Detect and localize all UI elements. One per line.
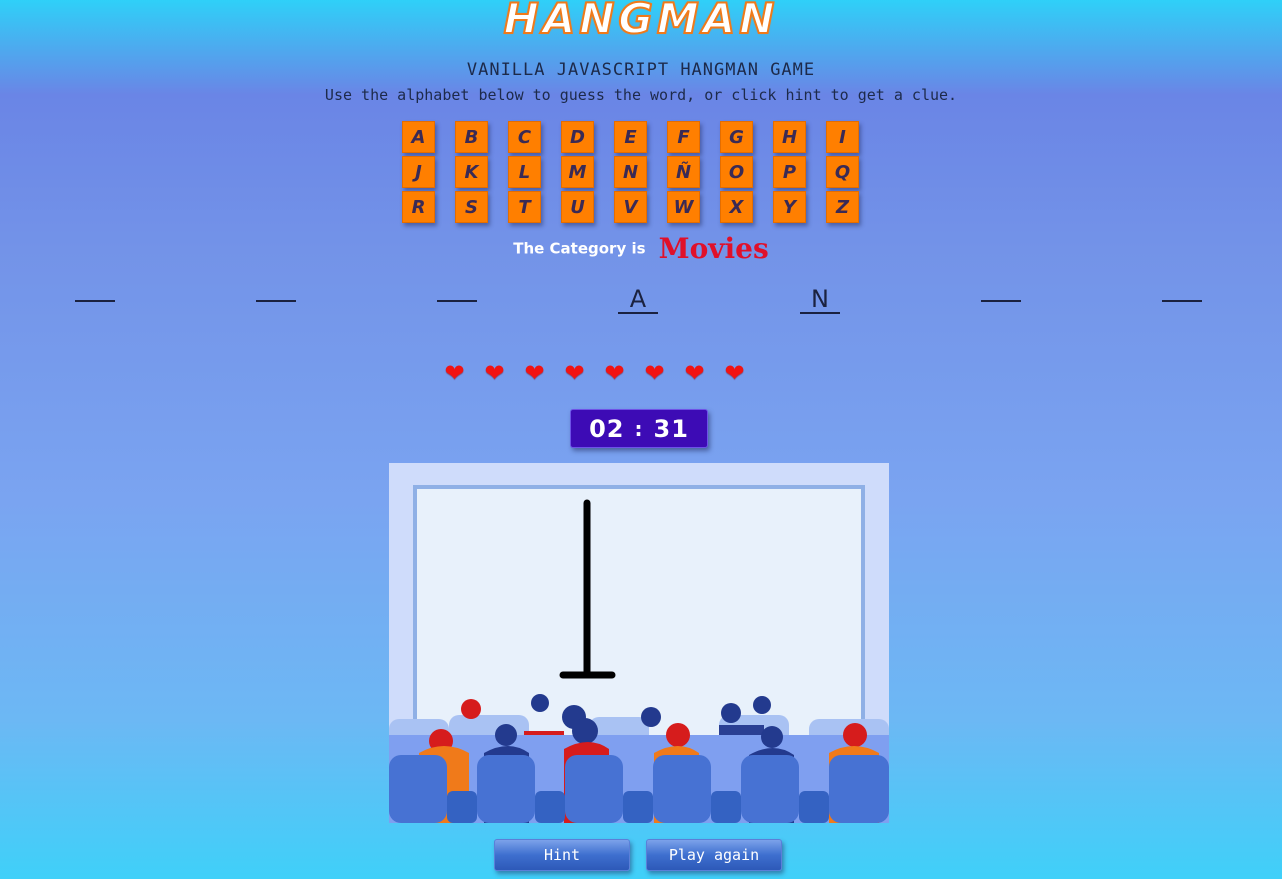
word-slot-letter (1162, 274, 1202, 300)
heart-icon: ❤ (684, 359, 705, 387)
word-slot-underline (75, 300, 115, 302)
letter-key[interactable]: J (402, 156, 435, 188)
heart-icon: ❤ (484, 359, 505, 387)
letter-key[interactable]: T (508, 191, 541, 223)
letter-key[interactable]: V (614, 191, 647, 223)
word-slot-letter: A (629, 285, 647, 313)
letter-key[interactable]: P (773, 156, 806, 188)
word-slot-underline (981, 300, 1021, 302)
letter-key[interactable]: H (773, 121, 806, 153)
category-label: The Category is (513, 239, 646, 258)
word-slot-underline (1162, 300, 1202, 302)
letter-key[interactable]: D (561, 121, 594, 153)
letter-key[interactable]: W (667, 191, 700, 223)
word-slot-letter: N (811, 285, 829, 313)
letter-key[interactable]: I (826, 121, 859, 153)
word-slot-letter (256, 274, 296, 300)
word-slot (437, 274, 477, 302)
letter-key[interactable]: A (402, 121, 435, 153)
word-slot-letter (981, 274, 1021, 300)
heart-icon: ❤ (444, 359, 465, 387)
letter-key[interactable]: C (508, 121, 541, 153)
word-slot (981, 274, 1021, 302)
word-slot: N (800, 286, 840, 314)
word-slot-letter (75, 274, 115, 300)
heart-icon: ❤ (564, 359, 585, 387)
timer-seconds: 31 (653, 414, 689, 443)
hangman-scene (389, 463, 889, 823)
letter-key[interactable]: G (720, 121, 753, 153)
countdown-timer: 02 : 31 (570, 409, 708, 448)
letter-key[interactable]: N (614, 156, 647, 188)
word-slot-underline (437, 300, 477, 302)
letter-key[interactable]: O (720, 156, 753, 188)
lives-display: ❤ ❤ ❤ ❤ ❤ ❤ ❤ ❤ (441, 361, 748, 385)
play-again-button[interactable]: Play again (646, 839, 782, 871)
letter-key[interactable]: B (455, 121, 488, 153)
word-slot (1162, 274, 1202, 302)
letter-key[interactable]: R (402, 191, 435, 223)
letter-key[interactable]: Ñ (667, 156, 700, 188)
cinema-scene-illustration (389, 463, 889, 823)
word-slots: AN (0, 286, 1282, 326)
heart-icon: ❤ (724, 359, 745, 387)
category-value: Movies (658, 232, 769, 265)
page-subtitle: VANILLA JAVASCRIPT HANGMAN GAME (466, 60, 816, 80)
letter-key[interactable]: U (561, 191, 594, 223)
letter-key[interactable]: M (561, 156, 594, 188)
letter-key[interactable]: K (455, 156, 488, 188)
letter-key[interactable]: E (614, 121, 647, 153)
letter-key[interactable]: Q (826, 156, 859, 188)
alphabet-keyboard: ABCDEFGHI JKLMNÑOPQ RSTUVWXYZ (402, 121, 872, 223)
word-slot (75, 274, 115, 302)
letter-key[interactable]: Z (826, 191, 859, 223)
word-slot (256, 274, 296, 302)
word-slot: A (618, 286, 658, 314)
category-line: The Category is Movies (0, 232, 1282, 265)
timer-separator: : (634, 416, 644, 441)
word-slot-underline (256, 300, 296, 302)
letter-key[interactable]: Y (773, 191, 806, 223)
letter-key[interactable]: L (508, 156, 541, 188)
letter-key[interactable]: S (455, 191, 488, 223)
letter-key[interactable]: X (720, 191, 753, 223)
heart-icon: ❤ (604, 359, 625, 387)
letter-key[interactable]: F (667, 121, 700, 153)
word-slot-letter (437, 274, 477, 300)
heart-icon: ❤ (524, 359, 545, 387)
hint-button[interactable]: Hint (494, 839, 630, 871)
instructions: Use the alphabet below to guess the word… (324, 86, 958, 104)
heart-icon: ❤ (644, 359, 665, 387)
game-logo: HANGMAN (503, 0, 779, 44)
timer-minutes: 02 (589, 414, 625, 443)
